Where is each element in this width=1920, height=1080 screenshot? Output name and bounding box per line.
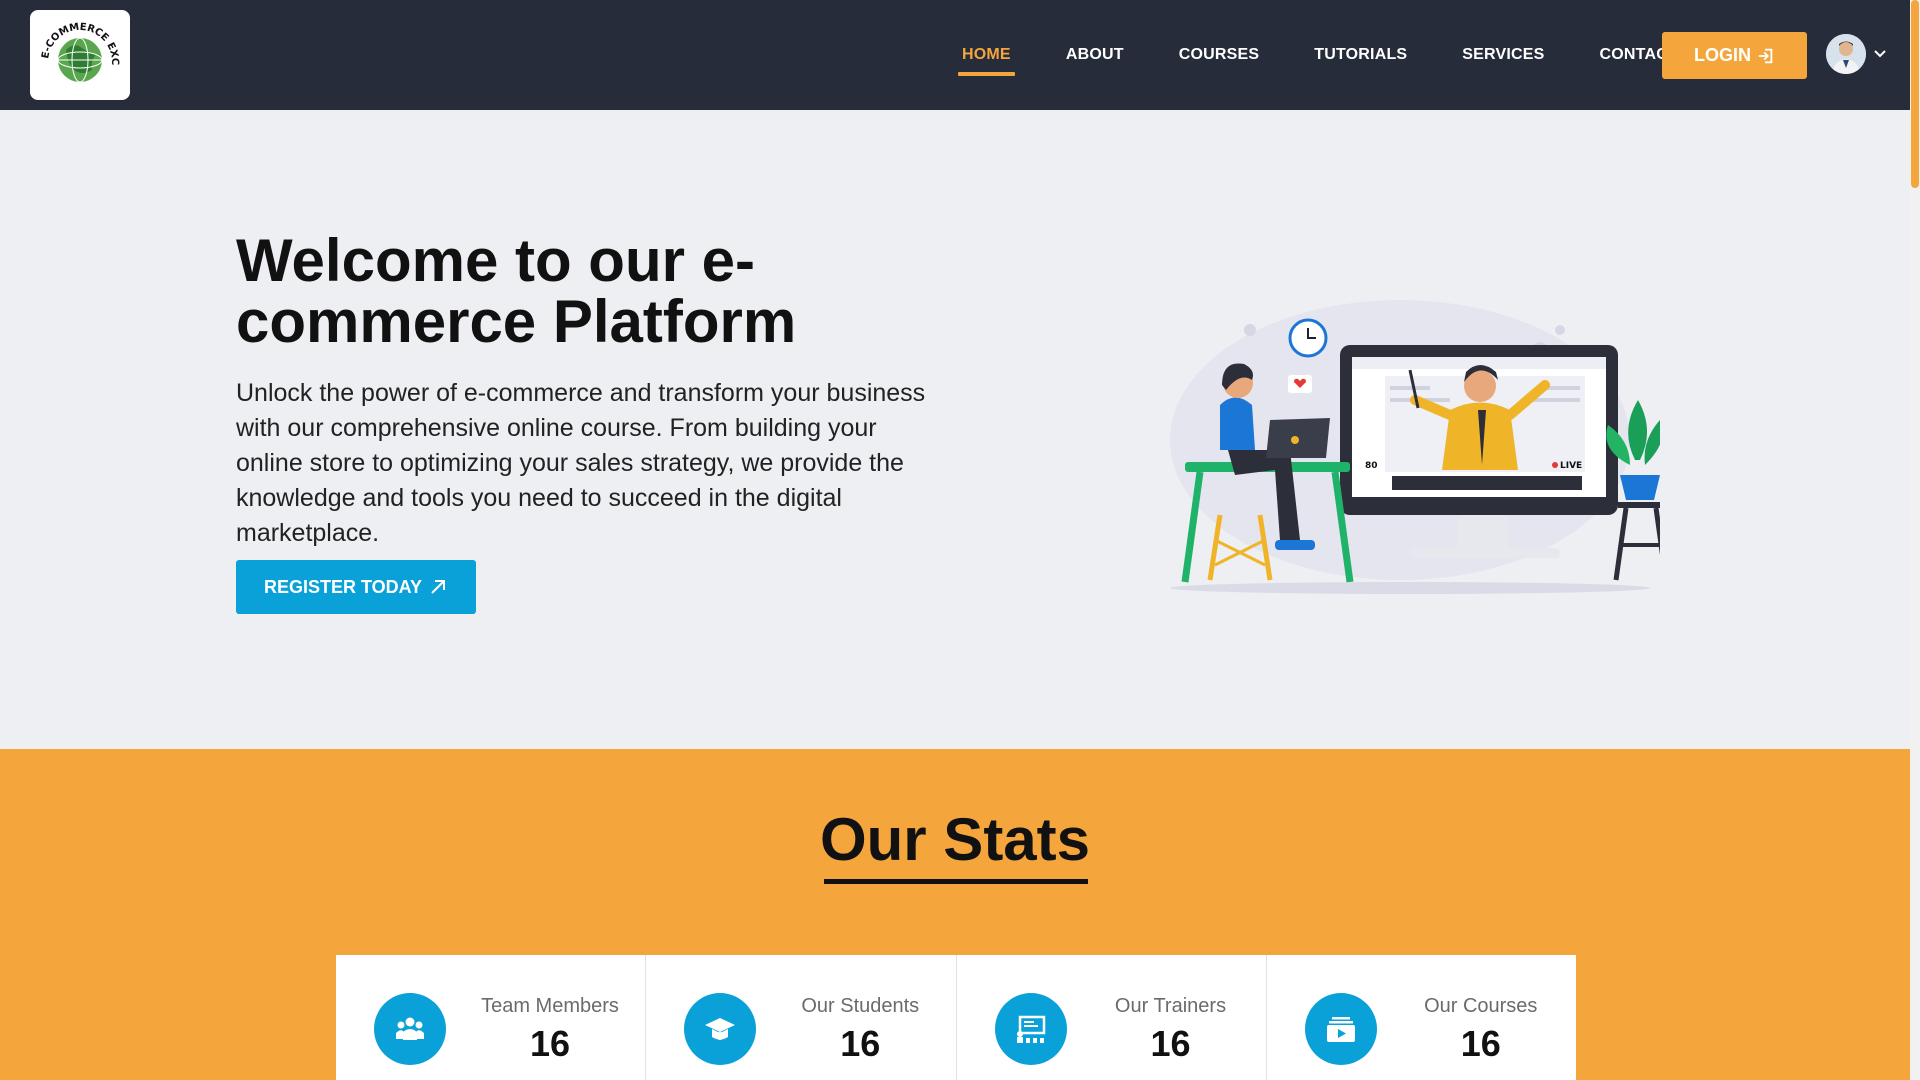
stat-value: 16 bbox=[529, 1023, 571, 1064]
login-button-label: LOGIN bbox=[1694, 45, 1751, 65]
stat-label: Our Students bbox=[801, 995, 920, 1017]
register-button-label: REGISTER TODAY bbox=[263, 576, 423, 597]
video-play-icon bbox=[1304, 993, 1377, 1065]
stat-value: 16 bbox=[840, 1023, 881, 1064]
arrow-up-right-icon bbox=[431, 580, 446, 594]
main-nav: HOME ABOUT COURSES TUTORIALS SERVICES CO… bbox=[958, 0, 1729, 110]
hero-description: Unlock the power of e-commerce and trans… bbox=[236, 379, 926, 547]
stat-label: Our Trainers bbox=[1114, 995, 1227, 1017]
nav-home[interactable]: HOME bbox=[958, 36, 1015, 76]
page-scrollbar[interactable] bbox=[1910, 0, 1920, 1080]
site-logo[interactable]: E-COMMERCE EXCEL bbox=[30, 10, 130, 100]
nav-tutorials[interactable]: TUTORIALS bbox=[1310, 36, 1411, 74]
nav-about[interactable]: ABOUT bbox=[1062, 36, 1128, 74]
stats-title-underline bbox=[824, 879, 1088, 884]
stat-card-students: Our Students 16 bbox=[646, 955, 957, 1080]
viewer-count: 80 bbox=[1365, 461, 1378, 471]
team-icon bbox=[374, 993, 446, 1065]
top-navbar: E-COMMERCE EXCEL HOME ABOUT COURSES TUTO… bbox=[0, 0, 1910, 110]
login-button[interactable]: LOGIN bbox=[1662, 32, 1807, 79]
stat-card-team-members: Team Members 16 bbox=[336, 955, 647, 1080]
login-icon bbox=[1758, 48, 1773, 63]
stat-label: Team Members bbox=[481, 995, 619, 1017]
globe-logo-icon: E-COMMERCE EXCEL bbox=[30, 10, 120, 83]
stat-card-courses: Our Courses 16 bbox=[1267, 955, 1576, 1080]
hero-section: Welcome to our e-commerce Platform Unloc… bbox=[0, 110, 1910, 749]
page: E-COMMERCE EXCEL HOME ABOUT COURSES TUTO… bbox=[0, 0, 1910, 1080]
graduation-cap-icon bbox=[684, 993, 757, 1065]
hero-title: Welcome to our e-commerce Platform bbox=[236, 227, 797, 355]
chevron-down-icon[interactable] bbox=[1872, 46, 1888, 62]
register-button[interactable]: REGISTER TODAY bbox=[236, 560, 476, 614]
stats-title: Our Stats bbox=[819, 806, 1091, 873]
nav-courses[interactable]: COURSES bbox=[1175, 36, 1264, 74]
presentation-icon bbox=[994, 993, 1067, 1065]
stats-section: Our Stats Team Members 16 Our Students 1… bbox=[0, 749, 1910, 1080]
stat-card-trainers: Our Trainers 16 bbox=[957, 955, 1267, 1080]
scrollbar-thumb[interactable] bbox=[1911, 0, 1919, 188]
online-learning-illustration: 80 LIVE bbox=[1170, 300, 1660, 594]
stat-label: Our Courses bbox=[1424, 995, 1538, 1017]
stats-cards: Team Members 16 Our Students 16 Our Trai… bbox=[336, 955, 1576, 1080]
user-avatar[interactable] bbox=[1826, 34, 1866, 74]
user-avatar-icon bbox=[1826, 34, 1866, 74]
clock-icon bbox=[1288, 318, 1328, 358]
live-badge: LIVE bbox=[1560, 461, 1582, 471]
stat-value: 16 bbox=[1150, 1023, 1191, 1064]
stat-value: 16 bbox=[1460, 1023, 1501, 1064]
nav-services[interactable]: SERVICES bbox=[1458, 36, 1548, 74]
